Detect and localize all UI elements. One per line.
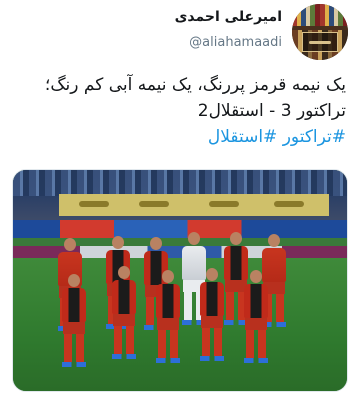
bookshelf-graphic: [292, 4, 348, 26]
tweet-text-line-1: یک نیمه قرمز پررنگ، یک نیمه آبی کم رنگ؛: [44, 75, 346, 95]
tweet-text-line-2: تراکتور 3 - استقلال2: [197, 101, 346, 121]
hashtag-tractor[interactable]: #تراکتور: [283, 127, 346, 147]
tweet-text: یک نیمه قرمز پررنگ، یک نیمه آبی کم رنگ؛ …: [10, 72, 346, 150]
tweet-card: امیرعلی احمدی @aliahamaadi یک نیمه قرمز …: [0, 0, 360, 393]
stadium-banner: [59, 194, 329, 216]
player: [199, 268, 225, 361]
crowd: [13, 170, 347, 196]
hashtag-esteghlal[interactable]: #استقلال: [208, 127, 277, 147]
player: [243, 270, 269, 363]
hashtag-row: #تراکتور #استقلال: [10, 124, 346, 150]
player: [155, 270, 181, 363]
tweet-media-photo[interactable]: [12, 169, 348, 392]
player: [61, 274, 87, 367]
author-name[interactable]: امیرعلی احمدی: [175, 9, 282, 25]
player: [111, 266, 137, 359]
avatar-emblem: [302, 32, 338, 52]
author-avatar[interactable]: [292, 4, 348, 60]
author-handle[interactable]: @aliahamaadi: [189, 35, 282, 50]
